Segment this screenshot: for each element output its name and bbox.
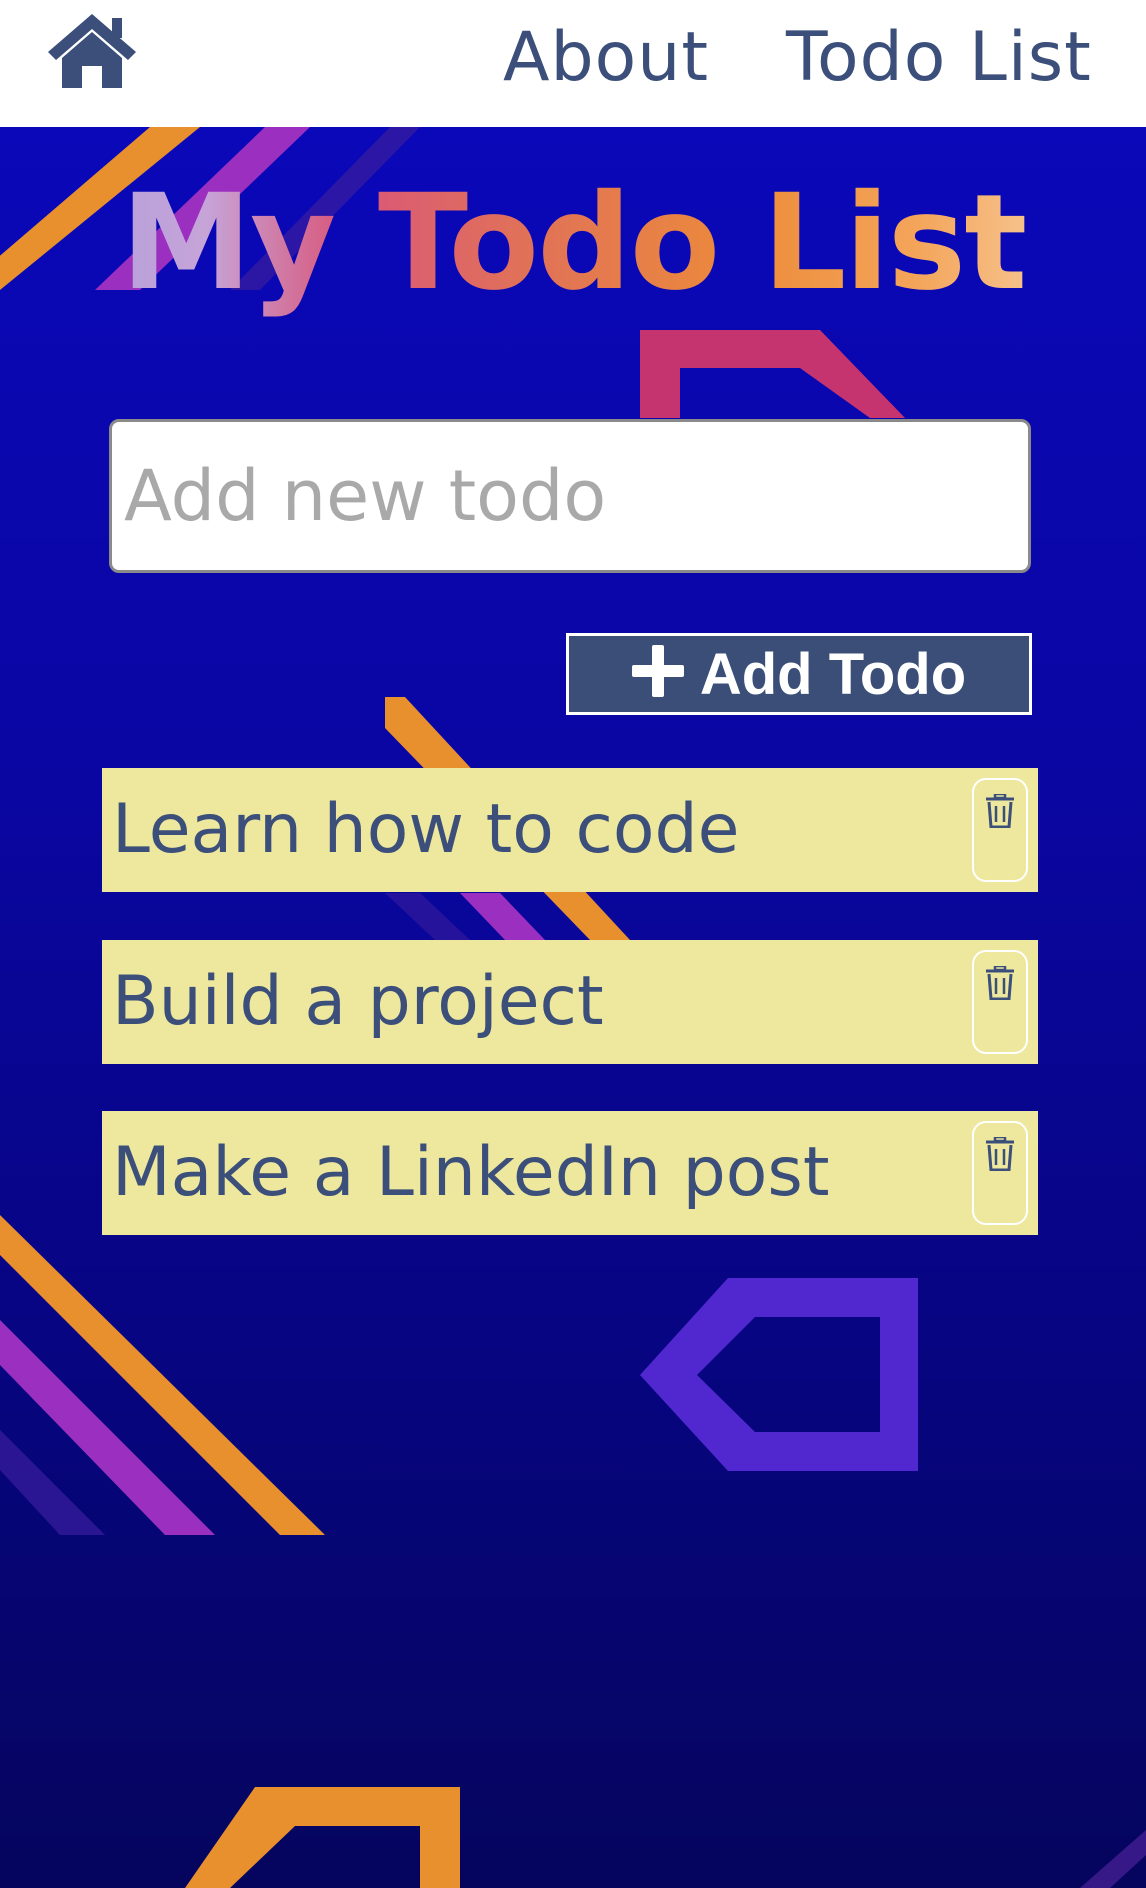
add-todo-label: Add Todo bbox=[699, 641, 967, 707]
trash-icon bbox=[986, 794, 1014, 828]
nav-link-todo-list[interactable]: Todo List bbox=[786, 18, 1092, 98]
delete-todo-button[interactable] bbox=[972, 950, 1028, 1054]
delete-todo-button[interactable] bbox=[972, 1121, 1028, 1225]
navbar: About Todo List bbox=[0, 0, 1146, 127]
plus-icon bbox=[631, 645, 684, 697]
todo-text: Learn how to code bbox=[112, 790, 740, 869]
todo-item: Make a LinkedIn post bbox=[102, 1111, 1038, 1235]
trash-icon bbox=[986, 966, 1014, 1000]
add-todo-button[interactable]: Add Todo bbox=[566, 633, 1032, 715]
trash-icon bbox=[986, 1137, 1014, 1171]
delete-todo-button[interactable] bbox=[972, 778, 1028, 882]
new-todo-input[interactable] bbox=[109, 419, 1031, 573]
nav-link-about[interactable]: About bbox=[503, 18, 709, 98]
todo-item: Build a project bbox=[102, 940, 1038, 1064]
todo-text: Make a LinkedIn post bbox=[112, 1133, 830, 1212]
home-icon[interactable] bbox=[44, 12, 140, 88]
page-title: My Todo List bbox=[0, 163, 1146, 323]
todo-item: Learn how to code bbox=[102, 768, 1038, 892]
todo-text: Build a project bbox=[112, 962, 604, 1041]
